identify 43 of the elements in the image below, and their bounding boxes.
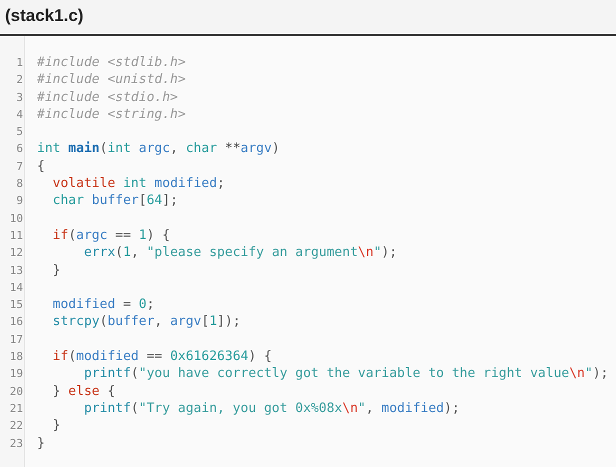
line-number: 7 [16,160,23,173]
code-line: #include <unistd.h> [37,72,186,88]
line-number: 19 [10,367,23,380]
file-title: (stack1.c) [5,5,84,28]
line-number: 15 [10,298,23,312]
code-line: printf("Try again, you got 0x%08x\n", modified); [82,400,460,416]
code-line: } [52,418,60,434]
line-number: 2 [16,73,23,86]
code-line: } [52,262,60,278]
code-line: modified = 0; [52,297,154,312]
code-line: } [37,436,45,451]
code-line: if(modified == 0x61626364) { [52,349,272,364]
code-line: strcpy(buffer, argv[1]); [52,314,241,330]
line-number: 8 [16,177,23,190]
code-line: if(argc == 1) { [52,228,170,243]
code-line: #include <stdlib.h> [37,55,186,70]
code-line: #include <string.h> [37,106,186,122]
line-number: 22 [10,419,23,432]
line-number: 9 [16,194,23,208]
line-number: 16 [10,315,23,328]
line-number: 12 [10,246,23,260]
line-number: 14 [10,280,23,294]
line-number: 4 [16,108,23,121]
line-number: 11 [10,228,23,242]
line-number: 23 [10,436,23,450]
code-line: { [37,158,45,174]
line-number: 6 [16,142,23,156]
line-number: 18 [10,350,23,364]
line-number: 10 [10,212,23,225]
code-line: #include <stdio.h> [37,90,178,105]
line-number: 5 [16,125,23,138]
code-line: volatile int modified; [52,176,225,192]
line-number: 17 [10,332,23,346]
code-line: int main(int argc, char **argv) [37,141,280,156]
line-number: 1 [16,56,23,69]
line-number: 21 [10,402,23,415]
code-line: char buffer[64]; [52,193,178,208]
line-number: 13 [10,264,23,277]
line-number: 3 [16,90,23,104]
code-line: printf("you have correctly got the variable to the right value\n"); [82,366,608,382]
line-number: 20 [10,384,23,398]
code-line: } else { [52,384,116,399]
code-line: errx(1, "please specify an argument\n"); [82,245,398,260]
